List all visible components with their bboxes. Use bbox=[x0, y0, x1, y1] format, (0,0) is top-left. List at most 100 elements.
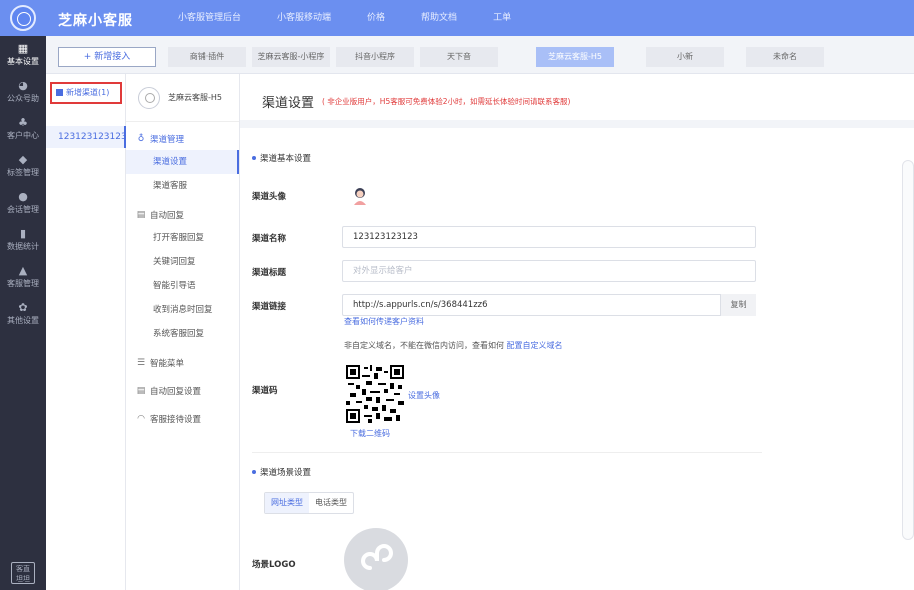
menu-item[interactable]: 打开客服回复 bbox=[126, 226, 239, 250]
scene-type-tabs: 网址类型 电话类型 bbox=[264, 492, 354, 514]
menu-group[interactable]: ◠ 客服接待设置 bbox=[126, 408, 239, 430]
channel-tab[interactable]: 未命名 bbox=[746, 47, 824, 67]
scene-logo-label: 场景LOGO bbox=[252, 560, 296, 570]
tab-phone-type[interactable]: 电话类型 bbox=[309, 493, 353, 513]
menu-group-label: 客服接待设置 bbox=[150, 415, 202, 425]
channel-list: 新增渠道(1) 123123123123 bbox=[46, 74, 127, 590]
section-title-text: 渠道基本设置 bbox=[260, 154, 312, 164]
sidebar-item[interactable]: ▮ 数据统计 bbox=[0, 221, 46, 258]
menu-item[interactable]: 智能引导语 bbox=[126, 274, 239, 298]
qr-label: 渠道码 bbox=[252, 386, 278, 396]
bullet-dot bbox=[252, 156, 256, 160]
menu-group-label: 智能菜单 bbox=[150, 359, 185, 369]
menu-item[interactable]: 关键词回复 bbox=[126, 250, 239, 274]
channel-tab[interactable]: 抖音小程序 bbox=[336, 47, 414, 67]
copy-button[interactable]: 复制 bbox=[720, 294, 756, 316]
top-nav-item[interactable]: 小客服管理后台 bbox=[160, 0, 259, 36]
service-icon: ▲ bbox=[18, 263, 28, 277]
top-nav: 小客服管理后台 小客服移动端 价格 帮助文档 工单 bbox=[160, 0, 529, 36]
tab-url-type[interactable]: 网址类型 bbox=[265, 493, 309, 513]
new-channel-label: 新增渠道(1) bbox=[66, 88, 110, 97]
set-avatar-link[interactable]: 设置头像 bbox=[408, 390, 440, 401]
sidebar-item[interactable]: ▲ 客服管理 bbox=[0, 258, 46, 295]
menu-group[interactable]: ▤ 自动回复 bbox=[126, 204, 239, 226]
custom-domain-link[interactable]: 配置自定义域名 bbox=[507, 341, 563, 350]
add-access-button[interactable]: + 新增接入 bbox=[58, 47, 156, 67]
right-scroll-panel[interactable] bbox=[902, 160, 914, 540]
main-panel: 渠道设置 ( 非企业版用户，H5客服可免费体验2小时，如需延长体验时间请联系客服… bbox=[240, 74, 914, 590]
sidebar-item-label: 客服管理 bbox=[7, 278, 39, 288]
menu-group[interactable]: ▤ 自动回复设置 bbox=[126, 380, 239, 402]
sidebar-item-label: 其他设置 bbox=[7, 315, 39, 325]
top-nav-item[interactable]: 帮助文档 bbox=[403, 0, 475, 36]
reply-icon: ▤ bbox=[136, 210, 146, 220]
channel-tab-bar: + 新增接入 商铺·插件 芝麻云客服-小程序 抖音小程序 天下音 芝麻云客服-H5 小新 未… bbox=[46, 36, 914, 74]
menu-group[interactable]: ♁ 渠道管理 bbox=[126, 128, 239, 150]
channel-tab[interactable]: 商铺·插件 bbox=[168, 47, 246, 67]
sidebar-item-label: 会话管理 bbox=[7, 204, 39, 214]
top-nav-item[interactable]: 价格 bbox=[349, 0, 403, 36]
channel-list-item[interactable]: 123123123123 bbox=[46, 126, 127, 148]
channel-link-input[interactable] bbox=[342, 294, 756, 316]
menu-item[interactable]: 渠道客服 bbox=[126, 174, 239, 198]
sidebar-item[interactable]: ♣ 客户中心 bbox=[0, 110, 46, 147]
sidebar-item-label: 数据统计 bbox=[7, 241, 39, 251]
users-icon: ♣ bbox=[18, 115, 28, 129]
avatar-label: 渠道头像 bbox=[252, 192, 287, 202]
sidebar-item[interactable]: ✿ 其他设置 bbox=[0, 295, 46, 332]
page-title: 渠道设置 bbox=[262, 96, 315, 111]
sidebar-item-label: 公众号助 bbox=[7, 93, 39, 103]
channel-avatar-icon[interactable] bbox=[352, 187, 368, 205]
menu-group[interactable]: ☰ 智能菜单 bbox=[126, 352, 239, 374]
chat-icon: ● bbox=[18, 189, 28, 203]
channel-tab[interactable]: 芝麻云客服-H5 bbox=[536, 47, 614, 67]
top-nav-item[interactable]: 小客服移动端 bbox=[259, 0, 349, 36]
pass-customer-data-link[interactable]: 查看如何传递客户资料 bbox=[344, 316, 424, 327]
sidebar-item-label: 基本设置 bbox=[7, 56, 39, 66]
menu-item[interactable]: 渠道设置 bbox=[126, 150, 239, 174]
basic-settings-heading: 渠道基本设置 bbox=[252, 152, 311, 164]
top-nav-item[interactable]: 工单 bbox=[475, 0, 529, 36]
left-sidebar: ▦ 基本设置 ◕ 公众号助 ♣ 客户中心 ◆ 标签管理 ● 会话管理 ▮ 数据统计 ▲ 客服管理 ✿ 其他设置… bbox=[0, 36, 46, 590]
trial-notice: ( 非企业版用户，H5客服可免费体验2小时，如需延长体验时间请联系客服) bbox=[322, 97, 571, 106]
apps-icon: ▦ bbox=[17, 41, 29, 55]
settings-icon: ✿ bbox=[18, 300, 28, 314]
link-label: 渠道链接 bbox=[252, 302, 287, 312]
menu-header: 芝麻云客服-H5 bbox=[126, 74, 239, 122]
headset-icon: ◠ bbox=[137, 414, 145, 424]
channel-title-input[interactable] bbox=[342, 260, 756, 282]
new-channel-button[interactable]: 新增渠道(1) bbox=[50, 82, 122, 104]
channel-tab[interactable]: 天下音 bbox=[420, 47, 498, 67]
channel-tab[interactable]: 芝麻云客服-小程序 bbox=[252, 47, 330, 67]
settings-menu: 芝麻云客服-H5 ♁ 渠道管理 渠道设置 渠道客服 ▤ 自动回复 打开客服回复 关键词回复 智能… bbox=[126, 74, 251, 590]
wechat-icon: ◕ bbox=[18, 78, 28, 92]
sidebar-item[interactable]: ● 会话管理 bbox=[0, 184, 46, 221]
menu-item[interactable]: 系统客服回复 bbox=[126, 322, 239, 346]
link-logo-icon bbox=[361, 544, 393, 570]
menu-icon: ☰ bbox=[136, 358, 146, 368]
link-icon: ♁ bbox=[137, 134, 145, 144]
add-square-icon bbox=[56, 89, 63, 96]
menu-item[interactable]: 收到消息时回复 bbox=[126, 298, 239, 322]
section-title-text: 渠道场景设置 bbox=[260, 468, 312, 478]
tag-icon: ◆ bbox=[18, 152, 28, 166]
channel-tab[interactable]: 小新 bbox=[646, 47, 724, 67]
bullet-dot bbox=[252, 470, 256, 474]
download-qr-link[interactable]: 下载二维码 bbox=[350, 428, 390, 439]
scene-logo-upload[interactable] bbox=[344, 528, 408, 590]
channel-name-input[interactable] bbox=[342, 226, 756, 248]
reply-settings-icon: ▤ bbox=[136, 386, 146, 396]
channel-logo-icon bbox=[138, 86, 160, 109]
menu-group-label: 自动回复设置 bbox=[150, 387, 202, 397]
sidebar-item[interactable]: ▦ 基本设置 bbox=[0, 36, 46, 73]
logo-icon[interactable] bbox=[10, 5, 36, 31]
scene-settings-heading: 渠道场景设置 bbox=[252, 466, 311, 478]
bar-chart-icon: ▮ bbox=[19, 226, 27, 240]
qr-code-image bbox=[346, 365, 404, 423]
customer-service-button[interactable]: 客直 坦坦 bbox=[11, 562, 35, 584]
sidebar-item[interactable]: ◆ 标签管理 bbox=[0, 147, 46, 184]
top-bar: 芝麻小客服 小客服管理后台 小客服移动端 价格 帮助文档 工单 bbox=[0, 0, 914, 36]
menu-group-label: 自动回复 bbox=[150, 211, 185, 221]
sidebar-item[interactable]: ◕ 公众号助 bbox=[0, 73, 46, 110]
menu-group-label: 渠道管理 bbox=[150, 135, 185, 145]
